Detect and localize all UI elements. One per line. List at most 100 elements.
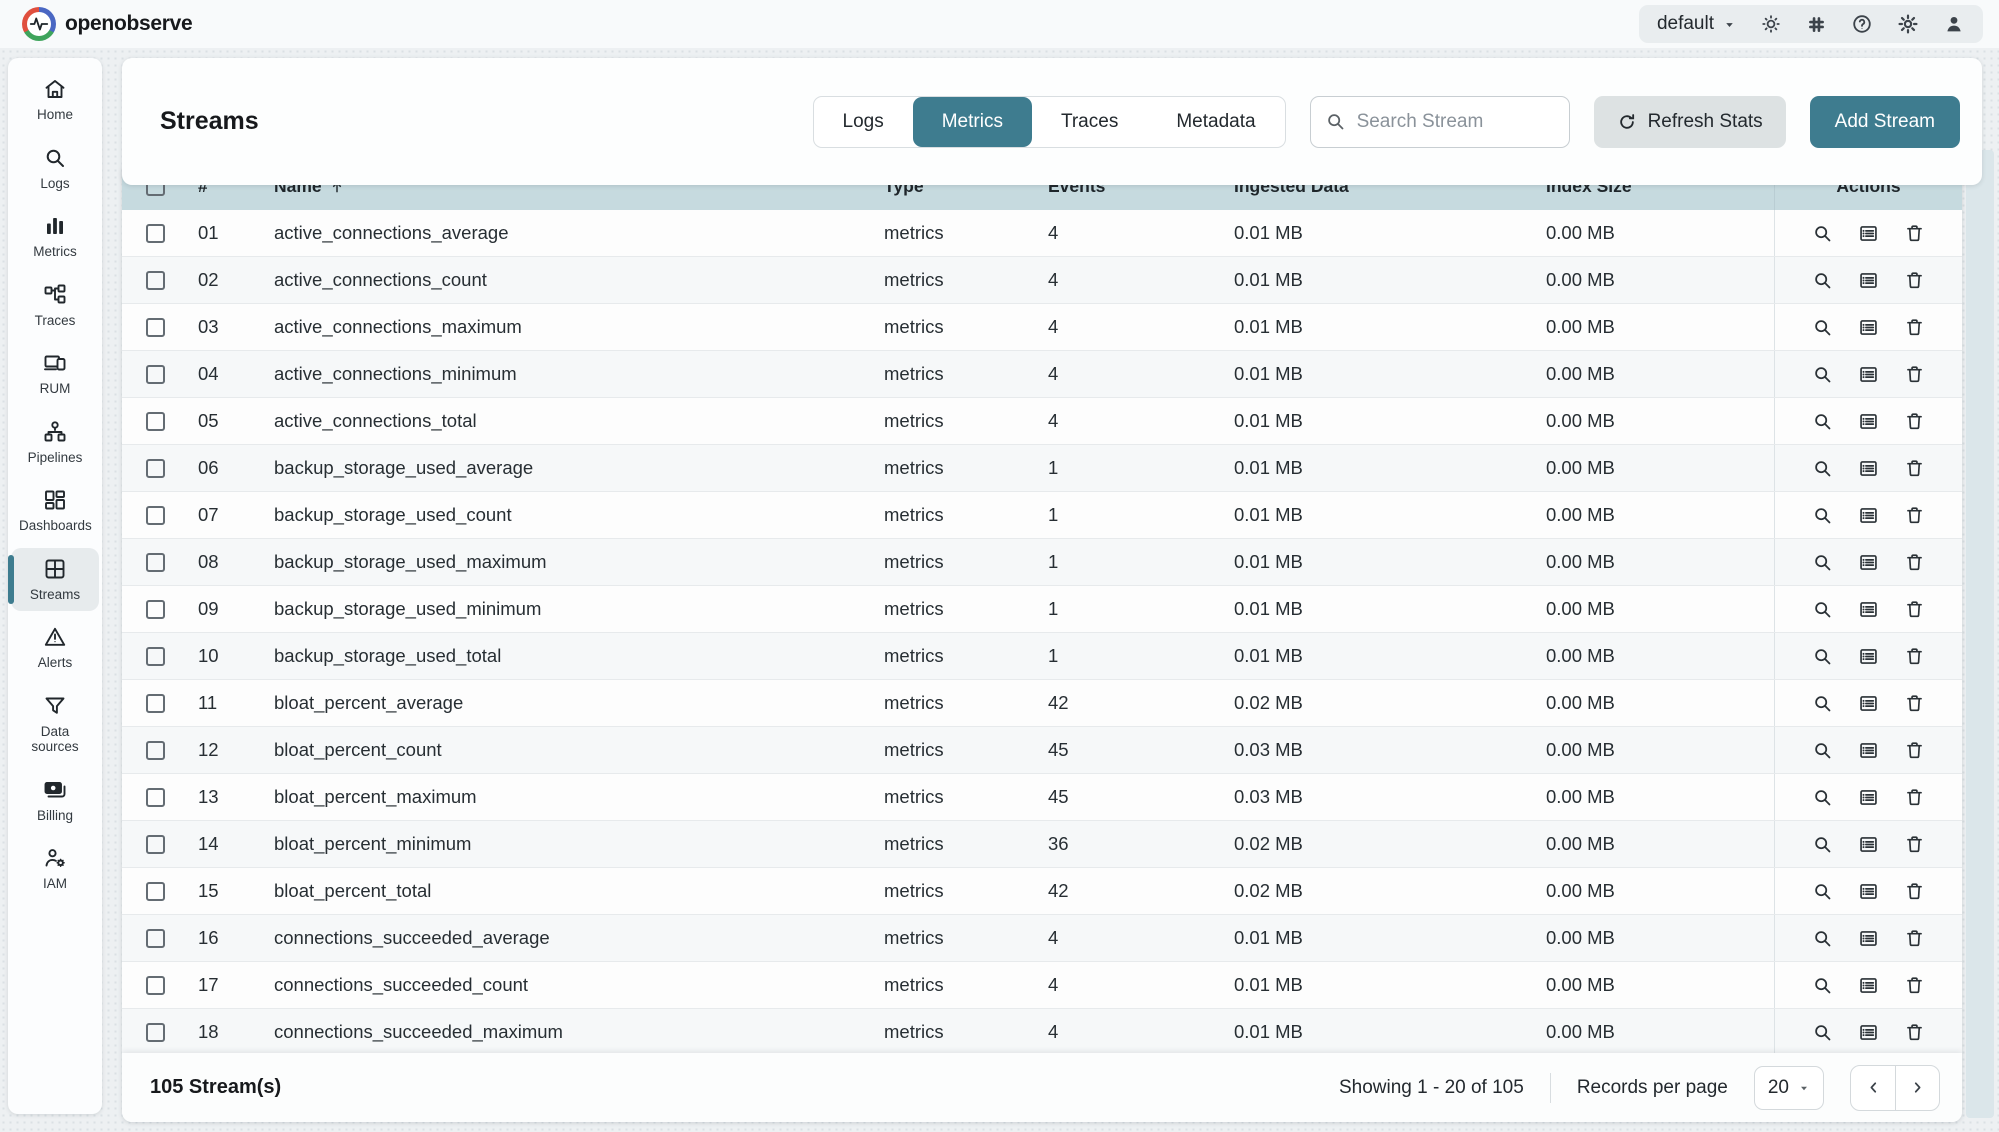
sidebar-item-logs[interactable]: Logs — [11, 137, 99, 201]
explore-stream-button[interactable] — [1812, 270, 1833, 291]
refresh-stats-button[interactable]: Refresh Stats — [1594, 96, 1786, 148]
stream-details-button[interactable] — [1858, 458, 1879, 479]
sidebar-item-alerts[interactable]: Alerts — [11, 616, 99, 680]
sidebar-item-rum[interactable]: RUM — [11, 342, 99, 406]
explore-stream-button[interactable] — [1812, 881, 1833, 902]
stream-details-button[interactable] — [1858, 834, 1879, 855]
stream-details-button[interactable] — [1858, 599, 1879, 620]
sidebar-item-billing[interactable]: Billing — [11, 769, 99, 833]
page-size-select[interactable]: 20 — [1754, 1066, 1824, 1110]
theme-light-button[interactable] — [1760, 13, 1782, 35]
delete-stream-button[interactable] — [1904, 552, 1925, 573]
stream-details-button[interactable] — [1858, 364, 1879, 385]
delete-stream-button[interactable] — [1904, 599, 1925, 620]
stream-details-button[interactable] — [1858, 270, 1879, 291]
next-page-button[interactable] — [1895, 1066, 1939, 1110]
delete-stream-button[interactable] — [1904, 975, 1925, 996]
explore-stream-button[interactable] — [1812, 646, 1833, 667]
explore-stream-button[interactable] — [1812, 223, 1833, 244]
delete-stream-button[interactable] — [1904, 740, 1925, 761]
explore-stream-button[interactable] — [1812, 458, 1833, 479]
explore-stream-button[interactable] — [1812, 928, 1833, 949]
row-checkbox[interactable] — [146, 365, 165, 384]
delete-stream-button[interactable] — [1904, 411, 1925, 432]
sidebar-item-traces[interactable]: Traces — [11, 274, 99, 338]
stream-details-button[interactable] — [1858, 552, 1879, 573]
delete-stream-button[interactable] — [1904, 787, 1925, 808]
explore-stream-button[interactable] — [1812, 505, 1833, 526]
row-checkbox[interactable] — [146, 741, 165, 760]
stream-details-button[interactable] — [1858, 740, 1879, 761]
stream-details-button[interactable] — [1858, 1022, 1879, 1043]
row-checkbox[interactable] — [146, 1023, 165, 1042]
explore-stream-button[interactable] — [1812, 364, 1833, 385]
stream-details-button[interactable] — [1858, 975, 1879, 996]
delete-stream-button[interactable] — [1904, 270, 1925, 291]
explore-stream-button[interactable] — [1812, 411, 1833, 432]
account-button[interactable] — [1943, 13, 1965, 35]
stream-details-button[interactable] — [1858, 928, 1879, 949]
stream-details-button[interactable] — [1858, 787, 1879, 808]
tab-logs[interactable]: Logs — [814, 97, 913, 147]
stream-details-button[interactable] — [1858, 411, 1879, 432]
explore-stream-button[interactable] — [1812, 317, 1833, 338]
explore-stream-button[interactable] — [1812, 599, 1833, 620]
delete-stream-button[interactable] — [1904, 223, 1925, 244]
delete-stream-button[interactable] — [1904, 928, 1925, 949]
stream-details-button[interactable] — [1858, 646, 1879, 667]
row-checkbox[interactable] — [146, 788, 165, 807]
sidebar-item-home[interactable]: Home — [11, 68, 99, 132]
tab-metrics[interactable]: Metrics — [913, 97, 1032, 147]
search-stream-input[interactable] — [1357, 111, 1555, 133]
add-stream-button[interactable]: Add Stream — [1810, 96, 1960, 148]
row-checkbox[interactable] — [146, 835, 165, 854]
help-button[interactable] — [1851, 13, 1873, 35]
settings-button[interactable] — [1897, 13, 1919, 35]
sidebar-item-dashboards[interactable]: Dashboards — [11, 479, 99, 543]
sidebar-item-iam[interactable]: IAM — [11, 837, 99, 901]
delete-stream-button[interactable] — [1904, 881, 1925, 902]
delete-stream-button[interactable] — [1904, 364, 1925, 385]
tab-traces[interactable]: Traces — [1032, 97, 1147, 147]
delete-stream-button[interactable] — [1904, 693, 1925, 714]
stream-details-button[interactable] — [1858, 223, 1879, 244]
row-checkbox[interactable] — [146, 647, 165, 666]
tab-metadata[interactable]: Metadata — [1147, 97, 1284, 147]
row-checkbox[interactable] — [146, 882, 165, 901]
explore-stream-button[interactable] — [1812, 1022, 1833, 1043]
stream-details-button[interactable] — [1858, 693, 1879, 714]
delete-stream-button[interactable] — [1904, 505, 1925, 526]
explore-stream-button[interactable] — [1812, 787, 1833, 808]
sidebar-item-pipelines[interactable]: Pipelines — [11, 411, 99, 475]
delete-stream-button[interactable] — [1904, 317, 1925, 338]
explore-stream-button[interactable] — [1812, 834, 1833, 855]
row-checkbox[interactable] — [146, 553, 165, 572]
sidebar-item-metrics[interactable]: Metrics — [11, 205, 99, 269]
row-checkbox[interactable] — [146, 459, 165, 478]
org-selector[interactable]: default — [1657, 13, 1736, 35]
row-checkbox[interactable] — [146, 694, 165, 713]
row-checkbox[interactable] — [146, 271, 165, 290]
row-checkbox[interactable] — [146, 224, 165, 243]
delete-stream-button[interactable] — [1904, 646, 1925, 667]
row-checkbox[interactable] — [146, 929, 165, 948]
sidebar-item-streams[interactable]: Streams — [11, 548, 99, 612]
stream-details-button[interactable] — [1858, 317, 1879, 338]
explore-stream-button[interactable] — [1812, 740, 1833, 761]
explore-stream-button[interactable] — [1812, 975, 1833, 996]
row-checkbox[interactable] — [146, 412, 165, 431]
stream-details-button[interactable] — [1858, 505, 1879, 526]
delete-stream-button[interactable] — [1904, 1022, 1925, 1043]
sidebar-item-data-sources[interactable]: Data sources — [11, 685, 99, 764]
delete-stream-button[interactable] — [1904, 458, 1925, 479]
explore-stream-button[interactable] — [1812, 552, 1833, 573]
row-checkbox[interactable] — [146, 600, 165, 619]
stream-details-button[interactable] — [1858, 881, 1879, 902]
explore-stream-button[interactable] — [1812, 693, 1833, 714]
row-checkbox[interactable] — [146, 976, 165, 995]
delete-stream-button[interactable] — [1904, 834, 1925, 855]
row-checkbox[interactable] — [146, 506, 165, 525]
prev-page-button[interactable] — [1851, 1066, 1895, 1110]
row-checkbox[interactable] — [146, 318, 165, 337]
slack-button[interactable] — [1806, 14, 1827, 35]
